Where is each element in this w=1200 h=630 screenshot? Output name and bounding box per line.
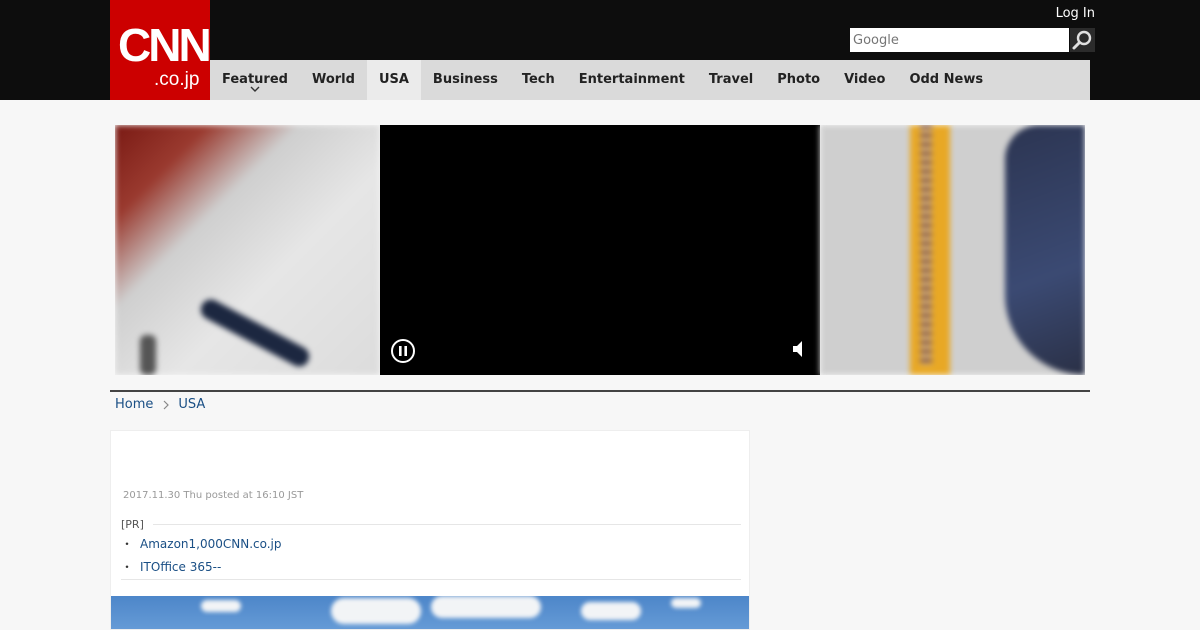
nav-item-usa[interactable]: USA <box>366 60 421 100</box>
post-date: 2017.11.30 Thu posted at 16:10 JST <box>123 490 304 501</box>
logo-main-text: CNN <box>118 19 212 71</box>
pause-button[interactable] <box>390 338 416 364</box>
divider <box>153 524 741 525</box>
image-shape <box>201 600 241 612</box>
pr-link[interactable]: Amazon1,000CNN.co.jp <box>140 537 282 551</box>
pr-link-item[interactable]: ・ ITOffice 365-- <box>121 556 741 579</box>
ad-video-banner <box>115 125 1085 375</box>
nav-item-tech[interactable]: Tech <box>510 60 567 100</box>
bullet: ・ <box>121 560 134 574</box>
section-divider <box>110 390 1090 392</box>
nav-item-video[interactable]: Video <box>832 60 897 100</box>
nav-item-label: Entertainment <box>578 72 685 87</box>
nav-item-label: Video <box>844 72 886 87</box>
image-shape <box>431 596 541 618</box>
image-shape <box>671 598 701 608</box>
banner-right-image <box>820 125 1085 375</box>
nav-item-label: World <box>311 72 355 87</box>
bullet: ・ <box>121 537 134 551</box>
image-shape <box>581 602 641 620</box>
nav-item-label: Travel <box>708 72 754 87</box>
image-shape <box>1005 125 1085 375</box>
pr-link-item[interactable]: ・ Amazon1,000CNN.co.jp <box>121 533 741 556</box>
breadcrumb: Home USA <box>115 397 205 412</box>
chevron-down-icon <box>250 86 260 92</box>
divider <box>121 579 741 580</box>
breadcrumb-home[interactable]: Home <box>115 397 153 412</box>
video-player[interactable] <box>380 125 820 375</box>
search-icon <box>1072 30 1092 50</box>
image-shape <box>140 335 156 375</box>
nav-item-odd-news[interactable]: Odd News <box>897 60 995 100</box>
image-shape <box>331 598 421 624</box>
nav-item-entertainment[interactable]: Entertainment <box>567 60 697 100</box>
top-bar: CNN .co.jp Log In Featured World USA Bus… <box>0 0 1200 100</box>
article-card: 2017.11.30 Thu posted at 16:10 JST [PR] … <box>110 430 750 630</box>
nav-item-label: Odd News <box>909 72 984 87</box>
logo-sub-text: .co.jp <box>154 69 200 90</box>
image-shape <box>920 125 932 365</box>
nav-item-label: Photo <box>777 72 821 87</box>
nav-item-travel[interactable]: Travel <box>697 60 765 100</box>
main-nav: Featured World USA Business Tech Enterta… <box>210 60 1090 100</box>
nav-item-photo[interactable]: Photo <box>765 60 832 100</box>
pause-icon <box>391 339 415 363</box>
banner-left-image <box>115 125 380 375</box>
nav-item-featured[interactable]: Featured <box>210 60 300 100</box>
volume-button[interactable] <box>792 340 806 358</box>
cnn-logo[interactable]: CNN .co.jp <box>110 0 212 100</box>
article-photo <box>111 596 749 629</box>
search-input[interactable] <box>850 28 1069 52</box>
breadcrumb-usa[interactable]: USA <box>178 397 205 412</box>
nav-item-business[interactable]: Business <box>421 60 510 100</box>
pr-label: [PR] <box>121 518 144 531</box>
login-link[interactable]: Log In <box>1056 6 1095 21</box>
search-button[interactable] <box>1070 28 1095 52</box>
image-shape <box>197 296 313 370</box>
nav-item-world[interactable]: World <box>300 60 367 100</box>
pr-links: ・ Amazon1,000CNN.co.jp ・ ITOffice 365-- <box>121 533 741 579</box>
chevron-right-icon <box>163 400 170 409</box>
volume-icon <box>793 341 802 357</box>
nav-item-label: Featured <box>222 72 288 87</box>
nav-item-label: Business <box>432 72 498 87</box>
pr-link[interactable]: ITOffice 365-- <box>140 560 221 574</box>
nav-item-label: USA <box>378 72 409 87</box>
nav-item-label: Tech <box>521 72 555 87</box>
